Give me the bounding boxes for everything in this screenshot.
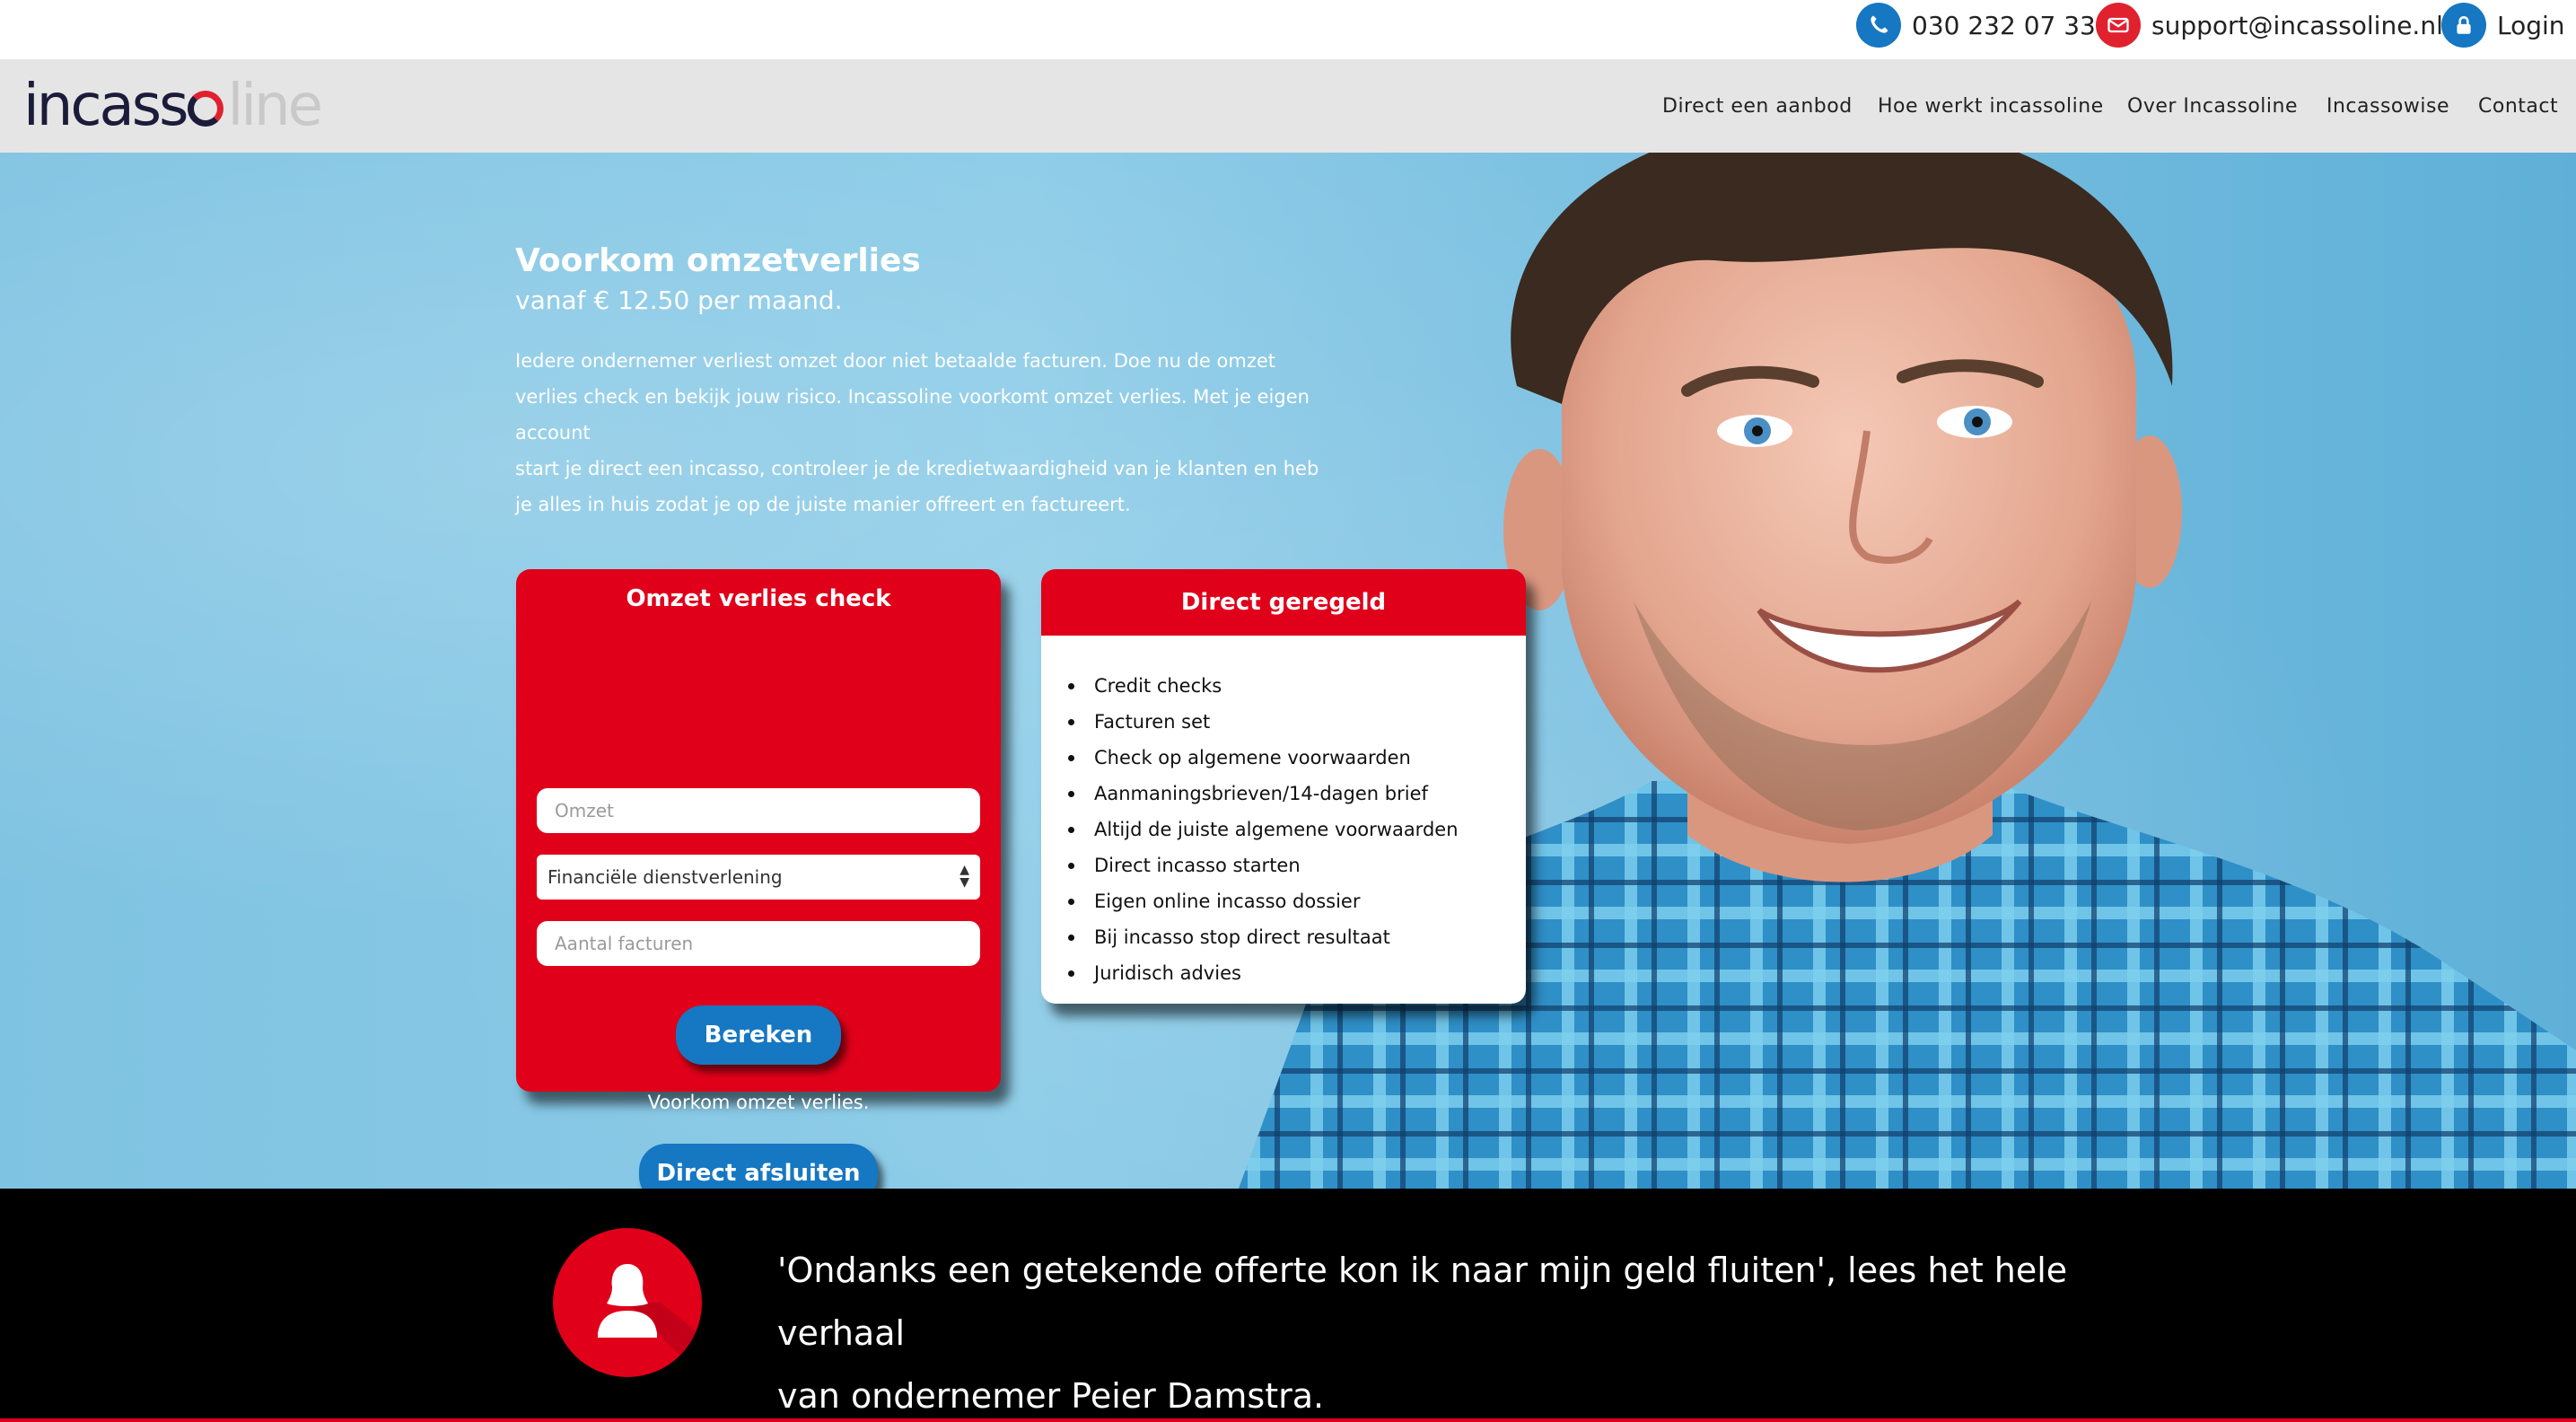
hero-intro-text: Iedere ondernemer verliest omzet door ni… [515, 343, 1323, 522]
main-navbar: incass line Direct een aanbod Hoe werkt i… [0, 59, 2576, 153]
top-contact-bar: 030 232 07 33 support@incassoline.nl Log… [0, 0, 2576, 59]
direct-card-title: Direct geregeld [1041, 569, 1526, 636]
hero-text-line: start je direct een incasso, controleer … [515, 458, 1319, 479]
direct-geregeld-card: Direct geregeld Credit checks Facturen s… [1041, 569, 1526, 1004]
bullet-icon [1068, 790, 1074, 797]
email-address[interactable]: support@incassoline.nl [2151, 11, 2443, 40]
testimonial-band: 'Ondanks een getekende offerte kon ik na… [0, 1189, 2576, 1422]
check-card-note: Voorkom omzet verlies. [647, 1092, 870, 1113]
bullet-icon [1068, 718, 1074, 725]
hero-section: Voorkom omzetverlies vanaf € 12.50 per m… [0, 153, 2576, 1189]
aantal-facturen-input[interactable]: Aantal facturen [537, 921, 980, 966]
bullet-icon [1068, 970, 1074, 977]
bullet-icon [1068, 682, 1074, 689]
bottom-divider [0, 1418, 2576, 1422]
list-item: Juridisch advies [1068, 955, 1459, 991]
nav-over-incassoline[interactable]: Over Incassoline [2127, 59, 2298, 153]
phone-contact[interactable]: 030 232 07 33 [1856, 0, 2096, 50]
list-item-text: Aanmaningsbrieven/14-dagen brief [1094, 783, 1428, 804]
bullet-icon [1068, 826, 1074, 833]
nav-contact[interactable]: Contact [2478, 59, 2558, 153]
direct-card-list: Credit checks Facturen set Check op alge… [1068, 668, 1459, 991]
list-item: Credit checks [1068, 668, 1459, 704]
list-item-text: Juridisch advies [1094, 962, 1241, 984]
list-item-text: Check op algemene voorwaarden [1094, 747, 1411, 768]
phone-number[interactable]: 030 232 07 33 [1912, 11, 2096, 40]
list-item: Facturen set [1068, 704, 1459, 740]
quote-line: 'Ondanks een getekende offerte kon ik na… [777, 1251, 2068, 1353]
list-item-text: Eigen online incasso dossier [1094, 891, 1361, 912]
phone-icon [1856, 3, 1901, 48]
nav-incassowise[interactable]: Incassowise [2326, 59, 2449, 153]
mail-icon [2096, 3, 2141, 48]
list-item-text: Altijd de juiste algemene voorwaarden [1094, 819, 1459, 840]
hero-text-line: verlies check en bekijk jouw risico. Inc… [515, 386, 1310, 443]
user-silhouette-icon[interactable] [553, 1228, 702, 1377]
select-arrows-icon: ▲ ▼ [959, 863, 969, 890]
hero-text-line: Iedere ondernemer verliest omzet door ni… [515, 350, 1276, 372]
lock-icon [2441, 3, 2486, 48]
sector-select[interactable]: Financiële dienstverlening ▲ ▼ [537, 855, 980, 900]
list-item: Eigen online incasso dossier [1068, 883, 1459, 919]
list-item: Check op algemene voorwaarden [1068, 740, 1459, 776]
list-item-text: Facturen set [1094, 711, 1211, 733]
incassoline-logo[interactable]: incass line [23, 68, 323, 144]
nav-hoe-werkt[interactable]: Hoe werkt incassoline [1878, 59, 2104, 153]
nav-direct-aanbod[interactable]: Direct een aanbod [1662, 59, 1853, 153]
list-item-text: Credit checks [1094, 675, 1222, 697]
bullet-icon [1068, 754, 1074, 761]
list-item: Aanmaningsbrieven/14-dagen brief [1068, 776, 1459, 812]
logo-o-mark [188, 91, 224, 127]
direct-afsluiten-button[interactable]: Direct afsluiten [639, 1144, 878, 1189]
quote-line: van ondernemer Peier Damstra. [777, 1376, 1325, 1416]
logo-text-middle: ass [99, 73, 189, 139]
testimonial-quote[interactable]: 'Ondanks een getekende offerte kon ik na… [777, 1239, 2124, 1422]
bereken-button[interactable]: Bereken [676, 1005, 841, 1065]
check-card-title: Omzet verlies check [626, 585, 891, 612]
list-item-text: Bij incasso stop direct resultaat [1094, 926, 1390, 948]
login-label[interactable]: Login [2497, 11, 2565, 40]
list-item: Bij incasso stop direct resultaat [1068, 919, 1459, 955]
list-item: Altijd de juiste algemene voorwaarden [1068, 812, 1459, 847]
logo-text-end: line [227, 73, 322, 139]
bullet-icon [1068, 862, 1074, 869]
bullet-icon [1068, 898, 1074, 905]
login-link[interactable]: Login [2441, 0, 2565, 50]
hero-title: Voorkom omzetverlies [515, 242, 921, 279]
omzet-input[interactable]: Omzet [537, 788, 980, 833]
hero-subtitle: vanaf € 12.50 per maand. [515, 285, 843, 315]
omzet-verlies-check-card: Omzet verlies check Omzet Financiële die… [516, 569, 1001, 1189]
list-item-text: Direct incasso starten [1094, 855, 1301, 876]
hero-text-line: je alles in huis zodat je op de juiste m… [515, 494, 1131, 515]
list-item: Direct incasso starten [1068, 847, 1459, 883]
bullet-icon [1068, 934, 1074, 941]
email-contact[interactable]: support@incassoline.nl [2096, 0, 2443, 50]
logo-text-start: inc [23, 73, 102, 139]
sector-select-value: Financiële dienstverlening [548, 866, 783, 888]
